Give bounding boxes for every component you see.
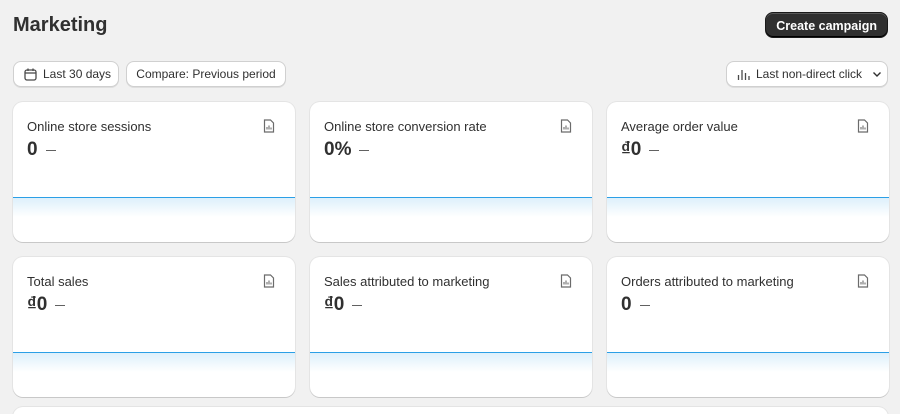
- compare-label: Compare: Previous period: [136, 67, 276, 81]
- attribution-model-dropdown[interactable]: Last non-direct click: [726, 61, 888, 87]
- metric-value-row: 0: [621, 294, 650, 316]
- metric-title: Average order value: [621, 119, 738, 134]
- metric-value-row: ₫0: [27, 294, 66, 316]
- report-icon[interactable]: [560, 119, 572, 138]
- sparkline: [310, 197, 592, 217]
- sparkline: [607, 197, 889, 217]
- sparkline: [310, 352, 592, 372]
- no-change-indicator: [639, 304, 650, 307]
- compare-button[interactable]: Compare: Previous period: [126, 61, 286, 87]
- date-range-button[interactable]: Last 30 days: [13, 61, 119, 87]
- no-change-indicator: [55, 304, 66, 307]
- metric-card-orders-attributed-to-marketing[interactable]: Orders attributed to marketing 0: [607, 257, 889, 397]
- metric-value-row: 0: [27, 139, 56, 161]
- metric-title: Online store sessions: [27, 119, 152, 134]
- report-icon[interactable]: [263, 119, 275, 138]
- no-change-indicator: [649, 149, 660, 152]
- report-icon[interactable]: [263, 274, 275, 293]
- metric-value: 0: [621, 294, 632, 315]
- page-title: Marketing: [13, 14, 108, 36]
- metric-value: ₫0: [621, 139, 642, 160]
- metric-value: 0%: [324, 139, 352, 160]
- metric-card-total-sales[interactable]: Total sales ₫0: [13, 257, 295, 397]
- date-range-label: Last 30 days: [43, 67, 112, 81]
- metric-value-row: ₫0: [621, 139, 660, 161]
- no-change-indicator: [359, 149, 370, 152]
- metric-value: 0: [27, 139, 38, 160]
- metric-card-online-store-conversion-rate[interactable]: Online store conversion rate 0%: [310, 102, 592, 242]
- report-icon[interactable]: [857, 119, 869, 138]
- metric-title: Sales attributed to marketing: [324, 274, 490, 289]
- metric-title: Total sales: [27, 274, 89, 289]
- report-icon[interactable]: [560, 274, 572, 293]
- sparkline: [13, 352, 295, 372]
- bar-chart-icon: [737, 68, 750, 81]
- next-section-card: [13, 407, 888, 414]
- chevron-down-icon: [872, 69, 882, 79]
- no-change-indicator: [45, 149, 56, 152]
- metric-card-online-store-sessions[interactable]: Online store sessions 0: [13, 102, 295, 242]
- sparkline: [607, 352, 889, 372]
- report-icon[interactable]: [857, 274, 869, 293]
- page-header: Marketing Create campaign: [13, 12, 888, 38]
- metric-card-average-order-value[interactable]: Average order value ₫0: [607, 102, 889, 242]
- metric-card-sales-attributed-to-marketing[interactable]: Sales attributed to marketing ₫0: [310, 257, 592, 397]
- calendar-icon: [24, 68, 37, 81]
- attribution-model-label: Last non-direct click: [756, 67, 863, 81]
- no-change-indicator: [352, 304, 363, 307]
- create-campaign-button[interactable]: Create campaign: [765, 12, 888, 38]
- metric-title: Online store conversion rate: [324, 119, 487, 134]
- metric-value: ₫0: [27, 294, 48, 315]
- metric-title: Orders attributed to marketing: [621, 274, 794, 289]
- metric-value-row: ₫0: [324, 294, 363, 316]
- metric-value: ₫0: [324, 294, 345, 315]
- sparkline: [13, 197, 295, 217]
- metric-value-row: 0%: [324, 139, 370, 161]
- filter-bar: Last 30 days Compare: Previous period La…: [13, 61, 888, 87]
